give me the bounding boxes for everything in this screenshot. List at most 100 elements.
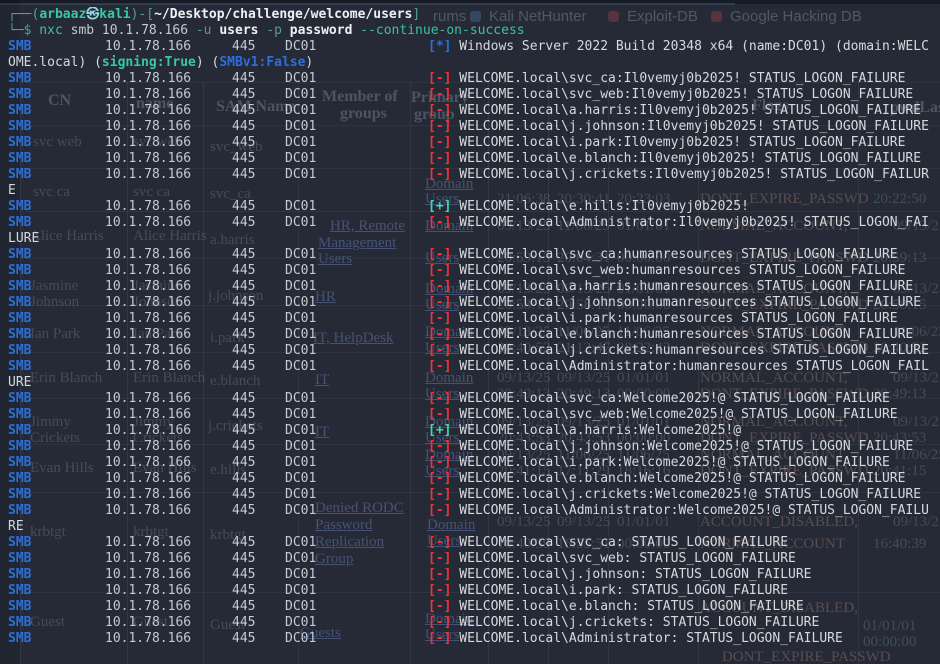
hostname-cell: DC01 [285,343,316,359]
prompt-line-2[interactable]: └─$ nxc smb 10.1.78.166 -u users -p pass… [0,23,940,39]
wrap-text: RE [8,519,24,535]
hostname-cell: DC01 [285,551,316,567]
prompt-path: ~/Desktop/challenge/welcome/users [154,7,412,22]
result-row: SMB10.1.78.166445DC01[-] WELCOME.local\j… [0,119,940,135]
port-cell: 445 [232,503,255,519]
port-cell: 445 [232,279,255,295]
message-cell: [-] WELCOME.local\i.park:Il0vemyj0b2025!… [428,135,905,151]
port-cell: 445 [232,311,255,327]
result-row: SMB10.1.78.166445DC01[-] WELCOME.local\e… [0,327,940,343]
status-fail-badge: [-] [428,119,451,134]
status-fail-badge: [-] [428,343,451,358]
ip-cell: 10.1.78.166 [105,455,191,471]
protocol-cell: SMB [8,263,31,279]
arg-users: users [212,23,267,38]
ip-cell: 10.1.78.166 [105,343,191,359]
hostname-cell: DC01 [285,503,316,519]
protocol-cell: SMB [8,439,31,455]
protocol-cell: SMB [8,119,31,135]
status-fail-badge: [-] [428,71,451,86]
result-row: SMB10.1.78.166445DC01[-] WELCOME.local\i… [0,311,940,327]
status-fail-badge: [-] [428,407,451,422]
port-cell: 445 [232,215,255,231]
hostname-cell: DC01 [285,135,316,151]
protocol-cell: SMB [8,311,31,327]
status-fail-badge: [-] [428,487,451,502]
ip-cell: 10.1.78.166 [105,71,191,87]
ip-cell: 10.1.78.166 [105,359,191,375]
port-cell: 445 [232,119,255,135]
result-row: SMB10.1.78.166445DC01[-] WELCOME.local\A… [0,215,940,231]
result-row: SMB10.1.78.166445DC01[-] WELCOME.local\j… [0,167,940,183]
hostname-cell: DC01 [285,567,316,583]
status-fail-badge: [-] [428,103,451,118]
wrapped-line: RE [0,519,940,535]
banner-wrap-pre: OME.local) ( [8,55,102,70]
terminal-window[interactable]: ┌──(arbaaz㉿kali)-[~/Desktop/challenge/we… [0,0,940,664]
ip-cell: 10.1.78.166 [105,87,191,103]
hostname-cell: DC01 [285,215,316,231]
port-cell: 445 [232,535,255,551]
banner-wrap-post: ) [305,55,313,70]
protocol-cell: SMB [8,71,31,87]
wrapped-line: URE [0,375,940,391]
protocol-cell: SMB [8,535,31,551]
status-fail-badge: [-] [428,151,451,166]
message-cell: [-] WELCOME.local\svc_web:Il0vemyj0b2025… [428,87,913,103]
hostname-cell: DC01 [285,199,316,215]
protocol-cell: SMB [8,503,31,519]
message-cell: [-] WELCOME.local\svc_ca:Welcome2025!@ S… [428,391,890,407]
hostname-cell: DC01 [285,311,316,327]
hostname-cell: DC01 [285,487,316,503]
message-cell: [-] WELCOME.local\j.crickets:Welcome2025… [428,487,921,503]
message-cell: [-] WELCOME.local\svc_ca: STATUS_LOGON_F… [428,535,788,551]
hostname-cell: DC01 [285,455,316,471]
ip-cell: 10.1.78.166 [105,279,191,295]
status-info-badge: [*] [428,39,451,54]
status-fail-badge: [-] [428,311,451,326]
result-row: SMB10.1.78.166445DC01[-] WELCOME.local\a… [0,279,940,295]
result-row: SMB10.1.78.166445DC01[-] WELCOME.local\j… [0,487,940,503]
hostname-cell: DC01 [285,263,316,279]
message-cell: [+] WELCOME.local\e.hills:Il0vemyj0b2025… [428,199,749,215]
ip-cell: 10.1.78.166 [105,135,191,151]
banner-wrap-text: OME.local) (signing:True) (SMBv1:False) [8,55,313,71]
hostname-cell: DC01 [285,583,316,599]
ip-cell: 10.1.78.166 [105,551,191,567]
command-args: smb 10.1.78.166 [63,23,196,38]
prompt-text: ┌──(arbaaz㉿kali)-[~/Desktop/challenge/we… [8,7,420,23]
ip-cell: 10.1.78.166 [105,39,191,55]
status-ok-badge: [+] [428,423,451,438]
port-cell: 445 [232,71,255,87]
hostname-cell: DC01 [285,39,316,55]
protocol-cell: SMB [8,167,31,183]
hostname-cell: DC01 [285,631,316,647]
prompt-at-symbol: ㉿ [86,7,99,22]
ip-cell: 10.1.78.166 [105,503,191,519]
ip-cell: 10.1.78.166 [105,439,191,455]
flag-p: -p [266,23,282,38]
status-ok-badge: [+] [428,199,451,214]
status-fail-badge: [-] [428,87,451,102]
hostname-cell: DC01 [285,391,316,407]
message-cell: [-] WELCOME.local\svc_ca:humanresources … [428,247,898,263]
wrapped-line: LURE [0,231,940,247]
ip-cell: 10.1.78.166 [105,583,191,599]
protocol-cell: SMB [8,151,31,167]
port-cell: 445 [232,103,255,119]
terminal-output: SMB10.1.78.166445DC01[*] Windows Server … [0,39,940,647]
protocol-cell: SMB [8,199,31,215]
flag-u: -u [196,23,212,38]
status-fail-badge: [-] [428,631,451,646]
message-cell: [-] WELCOME.local\Administrator:humanres… [428,359,929,375]
hostname-cell: DC01 [285,535,316,551]
hostname-cell: DC01 [285,615,316,631]
port-cell: 445 [232,167,255,183]
wrap-text: LURE [8,231,39,247]
protocol-cell: SMB [8,455,31,471]
port-cell: 445 [232,583,255,599]
message-cell: [-] WELCOME.local\e.blanch: STATUS_LOGON… [428,599,804,615]
result-row: SMB10.1.78.166445DC01[-] WELCOME.local\s… [0,407,940,423]
message-cell: [-] WELCOME.local\svc_web:humanresources… [428,263,905,279]
status-fail-badge: [-] [428,535,451,550]
